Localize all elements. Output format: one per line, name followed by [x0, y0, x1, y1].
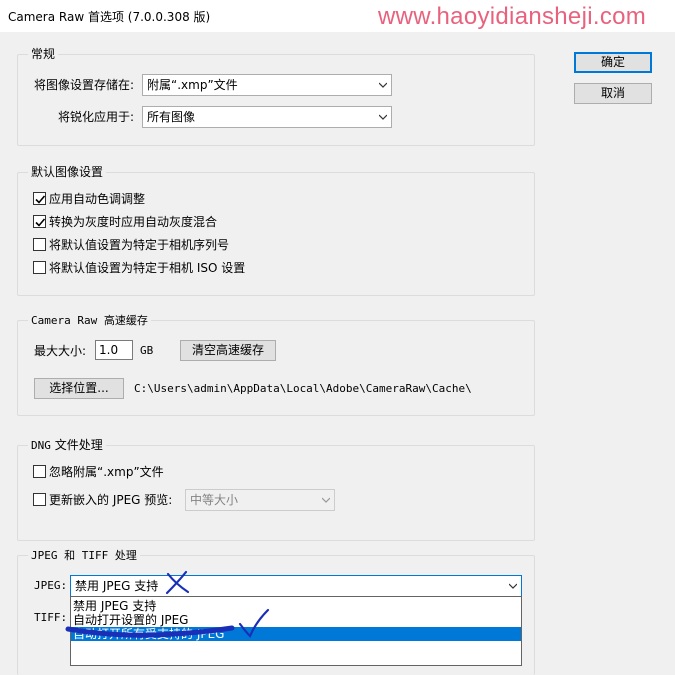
- save-settings-value: 附属“.xmp”文件: [147, 78, 238, 92]
- update-preview-checkbox[interactable]: 更新嵌入的 JPEG 预览:: [33, 492, 172, 508]
- max-size-input[interactable]: 1.0: [95, 340, 133, 360]
- default-settings-legend: 默认图像设置: [28, 165, 107, 179]
- sharpen-label: 将锐化应用于:: [58, 110, 135, 124]
- title-bar: Camera Raw 首选项 (7.0.0.308 版) www.haoyidi…: [0, 0, 675, 32]
- checkbox-unchecked-icon: [33, 238, 46, 251]
- iso-setting-checkbox[interactable]: 将默认值设置为特定于相机 ISO 设置: [33, 260, 245, 276]
- auto-tone-label: 应用自动色调调整: [49, 192, 146, 206]
- checkbox-unchecked-icon: [33, 261, 46, 274]
- jpeg-option-auto-open-settings[interactable]: 自动打开设置的 JPEG: [73, 613, 188, 627]
- cancel-button[interactable]: 取消: [574, 83, 652, 104]
- window-title: Camera Raw 首选项 (7.0.0.308 版): [8, 10, 211, 24]
- jpeg-select-value: 禁用 JPEG 支持: [75, 579, 159, 593]
- update-preview-label: 更新嵌入的 JPEG 预览:: [49, 493, 173, 507]
- checkbox-unchecked-icon: [33, 465, 46, 478]
- preview-size-value: 中等大小: [190, 493, 239, 507]
- save-settings-select[interactable]: 附属“.xmp”文件: [142, 74, 392, 96]
- checkbox-unchecked-icon: [33, 493, 46, 506]
- select-location-button[interactable]: 选择位置...: [34, 378, 124, 399]
- jpeg-label: JPEG:: [34, 579, 68, 592]
- auto-grayscale-label: 转换为灰度时应用自动灰度混合: [49, 215, 218, 229]
- chevron-down-icon: [379, 82, 387, 88]
- jpeg-option-auto-open-all[interactable]: 自动打开所有受支持的 JPEG: [71, 627, 521, 641]
- chevron-down-icon: [379, 114, 387, 120]
- sharpen-select[interactable]: 所有图像: [142, 106, 392, 128]
- cache-group: Camera Raw 高速缓存: [17, 313, 535, 416]
- tiff-label: TIFF:: [34, 611, 68, 624]
- ok-button[interactable]: 确定: [574, 52, 652, 73]
- ignore-xmp-label: 忽略附属“.xmp”文件: [49, 465, 164, 479]
- checkbox-checked-icon: [33, 215, 46, 228]
- chevron-down-icon: [322, 497, 330, 503]
- max-size-label: 最大大小:: [34, 344, 87, 358]
- dng-legend: DNG 文件处理: [28, 438, 106, 453]
- general-legend: 常规: [28, 47, 59, 61]
- jpeg-select[interactable]: 禁用 JPEG 支持: [70, 575, 522, 597]
- auto-tone-checkbox[interactable]: 应用自动色调调整: [33, 191, 145, 207]
- auto-grayscale-checkbox[interactable]: 转换为灰度时应用自动灰度混合: [33, 214, 217, 230]
- sharpen-value: 所有图像: [147, 110, 196, 124]
- iso-setting-label: 将默认值设置为特定于相机 ISO 设置: [49, 261, 246, 275]
- general-group: 常规: [17, 47, 535, 146]
- cache-path-text: C:\Users\admin\AppData\Local\Adobe\Camer…: [134, 382, 472, 395]
- serial-number-label: 将默认值设置为特定于相机序列号: [49, 238, 230, 252]
- ignore-xmp-checkbox[interactable]: 忽略附属“.xmp”文件: [33, 464, 164, 480]
- save-settings-label: 将图像设置存储在:: [34, 78, 135, 92]
- jpeg-tiff-legend: JPEG 和 TIFF 处理: [28, 548, 140, 563]
- purge-cache-button[interactable]: 清空高速缓存: [180, 340, 276, 361]
- cache-legend: Camera Raw 高速缓存: [28, 313, 151, 328]
- size-unit-label: GB: [140, 344, 154, 357]
- jpeg-option-disable[interactable]: 禁用 JPEG 支持: [73, 599, 156, 613]
- jpeg-dropdown-list: 禁用 JPEG 支持 自动打开设置的 JPEG 自动打开所有受支持的 JPEG: [70, 596, 522, 666]
- serial-number-checkbox[interactable]: 将默认值设置为特定于相机序列号: [33, 237, 229, 253]
- chevron-down-icon: [509, 583, 517, 589]
- watermark-text: www.haoyidiansheji.com: [378, 3, 647, 30]
- preview-size-select[interactable]: 中等大小: [185, 489, 335, 511]
- dialog-body: 确定 取消 常规 将图像设置存储在: 附属“.xmp”文件 将锐化应用于: 所有…: [0, 32, 675, 675]
- checkbox-checked-icon: [33, 192, 46, 205]
